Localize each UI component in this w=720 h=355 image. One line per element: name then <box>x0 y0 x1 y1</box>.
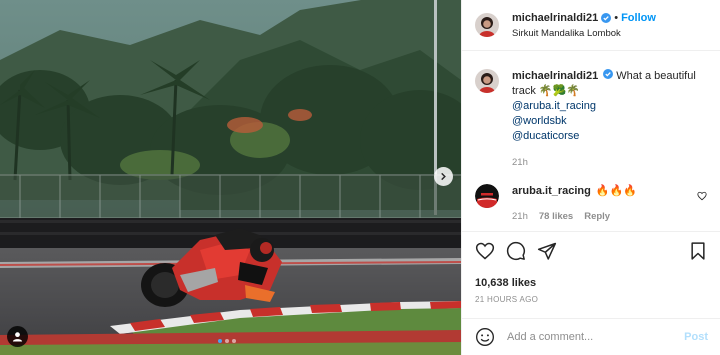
next-photo-button[interactable] <box>434 167 453 186</box>
heart-icon[interactable] <box>475 241 495 261</box>
carousel-dot <box>232 339 236 343</box>
header-username-row: michaelrinaldi21 • Follow <box>512 12 656 24</box>
verified-badge-icon <box>601 12 612 23</box>
avatar[interactable] <box>475 184 499 208</box>
emoji-icon[interactable] <box>475 327 495 347</box>
post-comment-button[interactable]: Post <box>684 331 708 343</box>
mention-link[interactable]: @worldsbk <box>512 114 702 129</box>
chevron-right-icon <box>441 172 446 181</box>
caption-comment: michaelrinaldi21 What a beautiful track … <box>475 69 707 170</box>
comments-section: michaelrinaldi21 What a beautiful track … <box>462 51 720 224</box>
verified-badge-icon <box>603 69 614 79</box>
comment-text: 🔥🔥🔥 <box>595 185 638 197</box>
caption-timestamp: 21h <box>512 157 528 168</box>
comment-reply-button[interactable]: Reply <box>584 209 610 224</box>
rider-avatar-image <box>475 69 499 93</box>
carousel-dot <box>218 339 222 343</box>
header-username[interactable]: michaelrinaldi21 <box>512 12 598 24</box>
comment-time: 21h <box>512 211 528 222</box>
comment-meta: 21h 78 likes Reply <box>512 209 702 224</box>
add-comment-bar: Post <box>462 318 720 355</box>
like-comment-heart-icon[interactable] <box>697 191 707 204</box>
caption-body: michaelrinaldi21 What a beautiful track … <box>512 69 702 170</box>
mention-link[interactable]: @aruba.it_racing <box>512 99 702 114</box>
caption-username[interactable]: michaelrinaldi21 <box>512 70 598 82</box>
bookmark-icon[interactable] <box>688 241 708 261</box>
caption-line: michaelrinaldi21 What a beautiful track … <box>512 69 702 99</box>
mention-link[interactable]: @ducaticorse <box>512 129 702 144</box>
post-header-text: michaelrinaldi21 • Follow Sirkuit Mandal… <box>512 12 656 39</box>
location-link[interactable]: Sirkuit Mandalika Lombok <box>512 28 656 39</box>
comment-icon[interactable] <box>506 241 526 261</box>
aruba-logo-avatar <box>475 184 499 208</box>
avatar[interactable] <box>475 69 499 93</box>
comment-body: aruba.it_racing 🔥🔥🔥 21h 78 likes Reply <box>512 184 702 224</box>
avatar[interactable] <box>475 13 499 37</box>
tagged-users-button[interactable] <box>7 326 28 347</box>
racing-photo-image <box>0 0 461 355</box>
post-photo[interactable] <box>0 0 461 355</box>
rider-avatar-image <box>475 13 499 37</box>
comment-input[interactable] <box>507 331 685 343</box>
carousel-indicator <box>218 339 236 343</box>
comment-line: aruba.it_racing 🔥🔥🔥 <box>512 184 702 199</box>
carousel-dot <box>225 339 229 343</box>
post-header: michaelrinaldi21 • Follow Sirkuit Mandal… <box>462 0 720 51</box>
post-actions: 10,638 likes 21 HOURS AGO <box>462 231 720 304</box>
follow-button[interactable]: Follow <box>621 12 656 24</box>
share-icon[interactable] <box>537 241 557 261</box>
comment-item: aruba.it_racing 🔥🔥🔥 21h 78 likes Reply <box>475 184 707 224</box>
comment-username[interactable]: aruba.it_racing <box>512 185 591 197</box>
instagram-post-view: michaelrinaldi21 • Follow Sirkuit Mandal… <box>0 0 720 355</box>
action-icons-row <box>475 241 708 261</box>
user-tag-icon <box>12 332 23 342</box>
comment-likes-count[interactable]: 78 likes <box>539 209 573 224</box>
post-time: 21 HOURS AGO <box>475 295 539 304</box>
post-details-panel: michaelrinaldi21 • Follow Sirkuit Mandal… <box>461 0 720 355</box>
header-separator: • <box>614 11 619 24</box>
likes-count[interactable]: 10,638 likes <box>475 277 708 289</box>
